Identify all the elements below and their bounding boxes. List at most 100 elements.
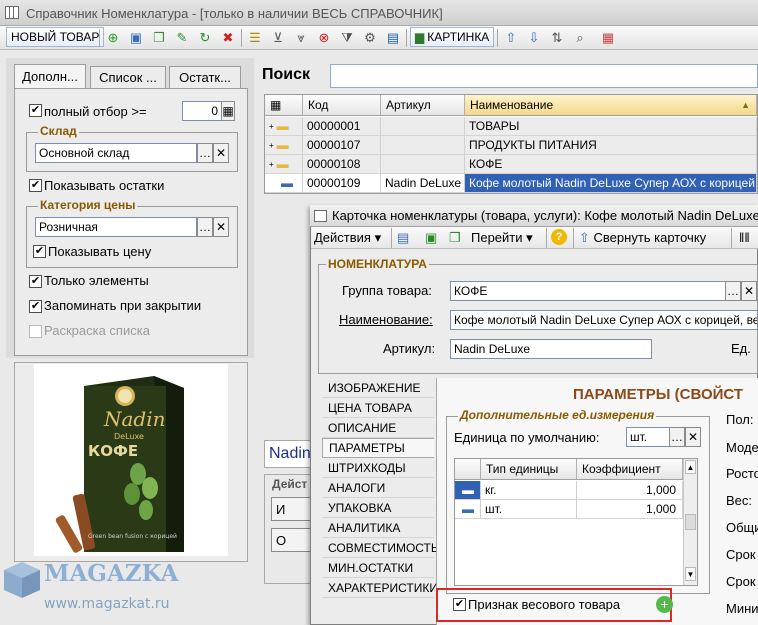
new-item-button[interactable]: НОВЫЙ ТОВАР xyxy=(6,27,105,47)
side-tab-price[interactable]: ЦЕНА ТОВАРА xyxy=(322,398,434,418)
coloring-label: Раскраска списка xyxy=(44,323,150,338)
side-tab-image[interactable]: ИЗОБРАЖЕНИЕ xyxy=(322,378,434,398)
group-input[interactable]: КОФЕ xyxy=(450,281,726,301)
clear-filter-icon[interactable]: ⊗ xyxy=(314,28,334,48)
delete-icon[interactable]: ✖ xyxy=(218,28,238,48)
filter-list-icon[interactable]: ⧩ xyxy=(337,28,357,48)
group-select-button[interactable]: … xyxy=(725,281,741,301)
side-tab-packaging[interactable]: УПАКОВКА xyxy=(322,498,434,518)
edit-icon[interactable]: ✎ xyxy=(172,28,192,48)
sort-asc-icon: ▲ xyxy=(741,100,750,110)
remember-checkbox[interactable]: ✔ xyxy=(29,300,42,313)
only-elements-label: Только элементы xyxy=(44,273,149,288)
parameters-title: ПАРАМЕТРЫ (СВОЙСТ xyxy=(573,386,744,403)
grid-settings-icon[interactable]: ▦ xyxy=(265,95,303,116)
unit-type: шт. xyxy=(481,500,577,519)
price-clear-button[interactable]: ✕ xyxy=(213,217,229,237)
tab-list[interactable]: Список ... xyxy=(90,66,166,88)
refresh-icon[interactable]: ↻ xyxy=(195,28,215,48)
name-input[interactable]: Кофе молотый Nadin DeLuxe Супер АОХ с ко… xyxy=(450,310,758,330)
column-unit-type[interactable]: Тип единицы xyxy=(481,459,577,480)
group-clear-button[interactable]: ✕ xyxy=(741,281,757,301)
tab-additional[interactable]: Дополн... xyxy=(14,64,86,88)
row-article xyxy=(381,155,465,174)
weight-item-checkbox[interactable]: ✔ xyxy=(453,598,466,611)
price-select-button[interactable]: … xyxy=(197,217,213,237)
default-unit-select-button[interactable]: … xyxy=(669,427,685,447)
product-name-text: КОФЕ xyxy=(88,442,138,460)
calculator-icon[interactable]: ▦ xyxy=(221,101,235,121)
side-tab-analogs[interactable]: АНАЛОГИ xyxy=(322,478,434,498)
side-tab-description[interactable]: ОПИСАНИЕ xyxy=(322,418,434,438)
param-label-height: Росто xyxy=(726,466,758,481)
refresh-card-icon[interactable]: ▣ xyxy=(425,230,437,246)
show-stock-label: Показывать остатки xyxy=(44,178,165,193)
hierarchy-icon[interactable]: ☰ xyxy=(245,28,265,48)
expand-folder-icon[interactable]: + ▬ xyxy=(265,136,303,155)
save-icon[interactable]: ▤ xyxy=(397,230,409,246)
side-tab-analytics[interactable]: АНАЛИТИКА xyxy=(322,518,434,538)
add-icon[interactable]: ⊕ xyxy=(103,28,123,48)
move-down-icon[interactable]: ⇩ xyxy=(524,28,544,48)
search-label: Поиск xyxy=(262,66,311,83)
side-tab-min-stock[interactable]: МИН.ОСТАТКИ xyxy=(322,558,434,578)
side-tab-parameters[interactable]: ПАРАМЕТРЫ xyxy=(322,438,434,458)
sort-icon[interactable]: ⇅ xyxy=(547,28,567,48)
show-price-checkbox[interactable]: ✔ xyxy=(33,245,46,258)
units-scrollbar[interactable]: ▲ ▼ xyxy=(683,459,697,585)
show-stock-checkbox[interactable]: ✔ xyxy=(29,179,42,192)
brand-text: Nadin xyxy=(103,407,166,431)
price-category-input[interactable]: Розничная xyxy=(35,217,197,237)
collapse-card-button[interactable]: ⇧ Свернуть карточку xyxy=(579,230,706,246)
search-input[interactable] xyxy=(330,64,758,88)
side-tab-characteristics[interactable]: ХАРАКТЕРИСТИКИ xyxy=(322,578,438,598)
card-window-icon xyxy=(314,210,327,222)
expand-folder-icon[interactable]: + ▬ xyxy=(265,155,303,174)
action-button-2[interactable]: О xyxy=(271,528,315,552)
scroll-thumb[interactable] xyxy=(685,514,696,530)
article-input[interactable]: Nadin DeLuxe xyxy=(450,339,652,359)
copy-icon[interactable]: ❐ xyxy=(149,28,169,48)
param-label-term-1: Срок xyxy=(726,547,756,562)
column-article[interactable]: Артикул xyxy=(381,95,465,116)
product-caption-text: Green bean fusion с корицей xyxy=(88,533,177,540)
report-icon[interactable]: ▤ xyxy=(383,28,403,48)
settings-icon[interactable]: ⚙ xyxy=(360,28,380,48)
scroll-down-icon[interactable]: ▼ xyxy=(685,567,696,581)
warehouse-clear-button[interactable]: ✕ xyxy=(213,143,229,163)
default-unit-clear-button[interactable]: ✕ xyxy=(685,427,701,447)
side-tab-barcodes[interactable]: ШТРИХКОДЫ xyxy=(322,458,434,478)
param-label-term-2: Срок xyxy=(726,574,756,589)
add-unit-icon[interactable]: + xyxy=(656,596,673,613)
help-icon[interactable]: ? xyxy=(551,229,567,245)
row-article xyxy=(381,136,465,155)
action-button-1[interactable]: И xyxy=(271,497,315,521)
magazka-logo-icon: MAGAZKA www.magazkat.ru xyxy=(4,560,180,612)
column-name[interactable]: Наименование ▲ xyxy=(465,95,757,116)
filter-value-icon[interactable]: ⊻ xyxy=(268,28,288,48)
copy-card-icon[interactable]: ❐ xyxy=(449,230,461,246)
actions-menu[interactable]: Действия ▾ xyxy=(314,230,381,246)
warehouse-input[interactable]: Основной склад xyxy=(35,143,197,163)
tab-stock[interactable]: Остатк... xyxy=(169,66,241,88)
coloring-checkbox[interactable] xyxy=(29,325,42,338)
color-palette-icon[interactable]: ▦ xyxy=(598,28,618,48)
picture-button[interactable]: ▆ КАРТИНКА xyxy=(410,27,495,47)
full-select-input[interactable]: 0 xyxy=(182,101,222,121)
only-elements-checkbox[interactable]: ✔ xyxy=(29,275,42,288)
barcode-icon[interactable]: ‖‖ xyxy=(739,230,750,245)
add-group-icon[interactable]: ▣ xyxy=(126,28,146,48)
warehouse-select-button[interactable]: … xyxy=(197,143,213,163)
expand-folder-icon[interactable]: + ▬ xyxy=(265,117,303,136)
move-up-icon[interactable]: ⇧ xyxy=(501,28,521,48)
full-select-checkbox[interactable]: ✔ xyxy=(29,104,42,117)
goto-menu[interactable]: Перейти ▾ xyxy=(471,230,533,246)
column-coefficient[interactable]: Коэффициент xyxy=(577,459,683,480)
side-tab-compatibility[interactable]: СОВМЕСТИМОСТЬ xyxy=(322,538,439,558)
name-label[interactable]: Наименование: xyxy=(339,312,433,327)
scroll-up-icon[interactable]: ▲ xyxy=(685,460,696,474)
filter-icon[interactable]: ⩔ xyxy=(291,28,311,48)
default-unit-input[interactable]: шт. xyxy=(626,427,670,447)
find-icon[interactable]: ⌕ xyxy=(570,28,590,48)
column-code[interactable]: Код xyxy=(303,95,381,116)
